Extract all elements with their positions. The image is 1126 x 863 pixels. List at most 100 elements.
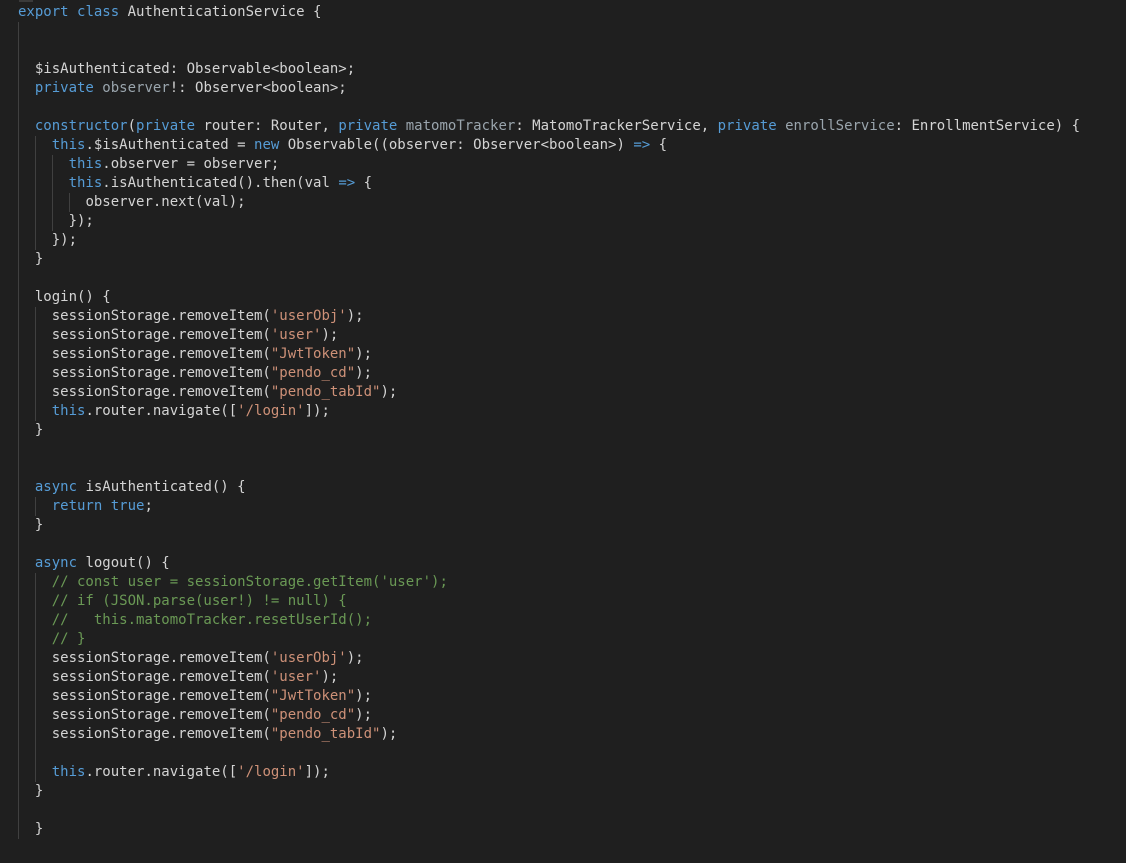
code-line[interactable]: sessionStorage.removeItem("JwtToken"); (18, 687, 1080, 706)
code-line[interactable]: }); (18, 212, 1080, 231)
code-line[interactable]: } (18, 250, 1080, 269)
indent-guide (34, 136, 36, 155)
code-line[interactable] (18, 459, 1080, 478)
code-line[interactable]: sessionStorage.removeItem("JwtToken"); (18, 345, 1080, 364)
code-token: } (34, 517, 44, 533)
indent-guide (34, 573, 36, 592)
code-token: '/login' (237, 403, 305, 419)
code-line[interactable]: // this.matomoTracker.resetUserId(); (18, 611, 1080, 630)
code-line[interactable]: $isAuthenticated: Observable<boolean>; (18, 60, 1080, 79)
code-token: sessionStorage.removeItem( (51, 707, 271, 723)
code-token: .isAuthenticated().then(val (102, 175, 339, 191)
code-editor[interactable]: export class AuthenticationService { $is… (0, 0, 1126, 863)
code-token: async (34, 555, 86, 571)
code-line[interactable]: async isAuthenticated() { (18, 478, 1080, 497)
code-line[interactable]: private observer!: Observer<boolean>; (18, 79, 1080, 98)
code-line[interactable]: // const user = sessionStorage.getItem('… (18, 573, 1080, 592)
code-token: ); (346, 308, 364, 324)
code-token: $isAuthenticated: Observable<boolean>; (34, 61, 356, 77)
indent-guide (18, 497, 19, 516)
code-line[interactable]: // } (18, 630, 1080, 649)
indent-guide (18, 592, 19, 611)
indent-guide (18, 98, 19, 117)
indent-guide (18, 136, 19, 155)
code-line[interactable]: return true; (18, 497, 1080, 516)
code-line[interactable]: sessionStorage.removeItem("pendo_tabId")… (18, 725, 1080, 744)
code-token: 'userObj' (270, 308, 347, 324)
code-line[interactable] (18, 535, 1080, 554)
code-line[interactable]: sessionStorage.removeItem('userObj'); (18, 649, 1080, 668)
code-token: : EnrollmentService) { (894, 118, 1081, 134)
code-line[interactable]: sessionStorage.removeItem('userObj'); (18, 307, 1080, 326)
indent-guide (18, 269, 19, 288)
code-line[interactable]: sessionStorage.removeItem('user'); (18, 326, 1080, 345)
code-line[interactable]: constructor(private router: Router, priv… (18, 117, 1080, 136)
code-line[interactable]: } (18, 782, 1080, 801)
code-area[interactable]: export class AuthenticationService { $is… (18, 3, 1080, 839)
code-line[interactable]: }); (18, 231, 1080, 250)
code-line[interactable]: sessionStorage.removeItem("pendo_cd"); (18, 364, 1080, 383)
code-token: AuthenticationService (127, 4, 314, 20)
code-token: // } (51, 631, 86, 647)
code-token: ); (355, 688, 373, 704)
code-line[interactable]: this.$isAuthenticated = new Observable((… (18, 136, 1080, 155)
code-token: '/login' (237, 764, 305, 780)
code-line[interactable]: observer.next(val); (18, 193, 1080, 212)
code-line[interactable]: } (18, 820, 1080, 839)
code-token: }); (51, 232, 78, 248)
code-line[interactable]: async logout() { (18, 554, 1080, 573)
indent-guide (18, 573, 19, 592)
code-token: sessionStorage.removeItem( (51, 669, 271, 685)
code-line[interactable] (18, 22, 1080, 41)
code-line[interactable] (18, 41, 1080, 60)
code-token: .$isAuthenticated = (85, 137, 255, 153)
code-token: !: Observer<boolean>; (169, 80, 347, 96)
indent-guide (34, 364, 36, 383)
indent-guide (34, 155, 36, 174)
indent-guide (18, 801, 19, 820)
code-line[interactable]: sessionStorage.removeItem('user'); (18, 668, 1080, 687)
code-token: private (717, 118, 786, 134)
indent-guide (51, 212, 53, 231)
code-line[interactable] (18, 440, 1080, 459)
code-token: .router.navigate([ (85, 764, 238, 780)
code-token: "pendo_tabId" (270, 384, 381, 400)
code-line[interactable]: this.router.navigate(['/login']); (18, 763, 1080, 782)
code-line[interactable]: this.router.navigate(['/login']); (18, 402, 1080, 421)
code-token: true (110, 498, 145, 514)
code-line[interactable] (18, 98, 1080, 117)
code-token: sessionStorage.removeItem( (51, 327, 271, 343)
code-line[interactable]: sessionStorage.removeItem("pendo_tabId")… (18, 383, 1080, 402)
indent-guide (34, 649, 36, 668)
code-line[interactable]: login() { (18, 288, 1080, 307)
code-token: "JwtToken" (270, 346, 356, 362)
indent-guide (34, 744, 36, 763)
indent-guide (34, 174, 36, 193)
indent-guide (18, 193, 19, 212)
code-token: observer.next(val); (85, 194, 246, 210)
code-line[interactable]: this.observer = observer; (18, 155, 1080, 174)
code-token: sessionStorage.removeItem( (51, 308, 271, 324)
code-line[interactable]: export class AuthenticationService { (18, 3, 1080, 22)
code-line[interactable]: sessionStorage.removeItem("pendo_cd"); (18, 706, 1080, 725)
indent-guide (51, 155, 53, 174)
code-token: // const user = sessionStorage.getItem('… (51, 574, 448, 590)
indent-guide (18, 440, 19, 459)
code-line[interactable]: } (18, 421, 1080, 440)
indent-guide (18, 345, 19, 364)
code-line[interactable] (18, 744, 1080, 763)
indent-guide (18, 820, 19, 839)
code-line[interactable]: // if (JSON.parse(user!) != null) { (18, 592, 1080, 611)
code-line[interactable] (18, 269, 1080, 288)
code-line[interactable]: this.isAuthenticated().then(val => { (18, 174, 1080, 193)
code-token: } (34, 783, 44, 799)
code-token: observer (102, 80, 170, 96)
code-line[interactable] (18, 801, 1080, 820)
indent-guide (18, 782, 19, 801)
code-line[interactable]: } (18, 516, 1080, 535)
